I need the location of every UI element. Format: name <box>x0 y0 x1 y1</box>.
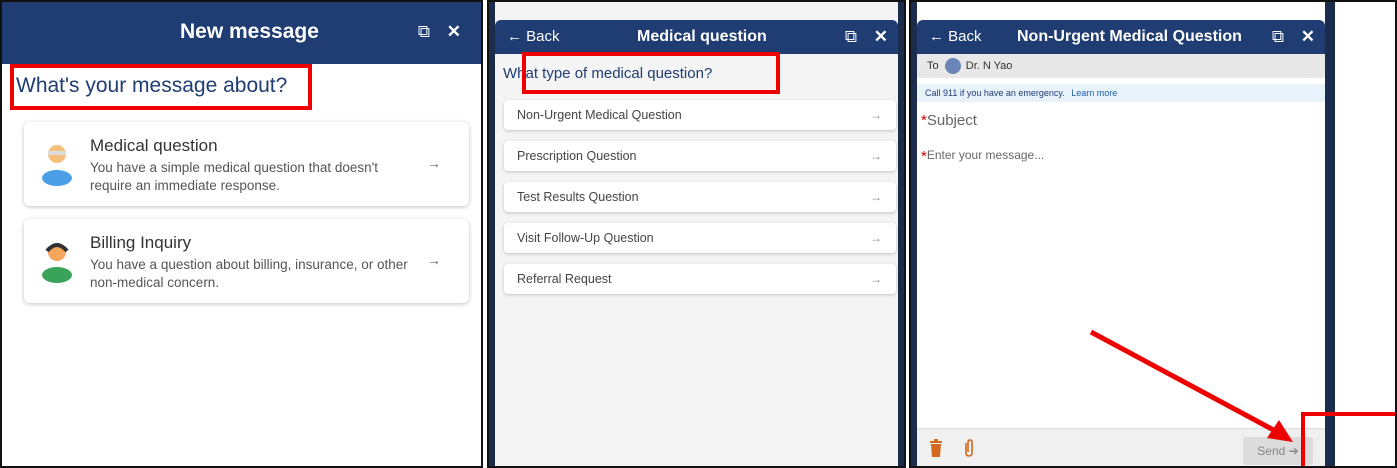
panel-title: Medical question <box>637 28 767 45</box>
to-label: To <box>927 60 939 72</box>
arrow-right-icon: → <box>870 231 882 245</box>
arrow-right-icon: → <box>870 108 882 122</box>
list-item-prescription[interactable]: Prescription Question → <box>504 141 896 171</box>
annotation-box <box>1301 412 1395 466</box>
card-title: Billing Inquiry <box>90 233 192 252</box>
medical-question-panel: ← Back Medical question ⧉ ✕ What type of… <box>487 0 906 468</box>
recipient-avatar-icon <box>944 58 961 75</box>
list-item-visit-follow-up[interactable]: Visit Follow-Up Question → <box>504 223 896 253</box>
billing-inquiry-card[interactable]: Billing Inquiry You have a question abou… <box>24 219 469 303</box>
list-item-label: Non-Urgent Medical Question <box>517 108 682 122</box>
panel-header: ← Back Medical question ⧉ ✕ <box>495 20 898 54</box>
list-item-test-results[interactable]: Test Results Question → <box>504 182 896 212</box>
popout-icon[interactable]: ⧉ <box>418 2 430 62</box>
medical-question-card[interactable]: Medical question You have a simple medic… <box>24 122 469 206</box>
annotation-box <box>10 64 312 110</box>
card-description: You have a simple medical question that … <box>90 160 379 193</box>
subject-field[interactable]: *Subject <box>921 112 977 129</box>
panel-header: New message ⧉ ✕ <box>2 2 481 64</box>
arrow-right-icon: → <box>427 155 441 171</box>
panel-title: Non-Urgent Medical Question <box>1017 28 1242 45</box>
paperclip-icon[interactable] <box>963 438 975 458</box>
list-item-label: Referral Request <box>517 272 612 286</box>
arrow-right-icon: → <box>870 190 882 204</box>
arrow-right-icon: → <box>870 272 882 286</box>
arrow-right-icon: → <box>427 252 441 268</box>
backdrop-strip <box>489 2 495 466</box>
close-icon[interactable]: ✕ <box>1301 20 1315 54</box>
arrow-right-icon: → <box>870 149 882 163</box>
back-button[interactable]: ← Back <box>507 20 560 54</box>
emergency-notice: Call 911 if you have an emergency. Learn… <box>917 84 1325 102</box>
list-item-non-urgent[interactable]: Non-Urgent Medical Question → <box>504 100 896 130</box>
list-item-referral[interactable]: Referral Request → <box>504 264 896 294</box>
billing-agent-avatar-icon <box>42 243 72 283</box>
close-icon[interactable]: ✕ <box>447 2 461 62</box>
card-title: Medical question <box>90 136 218 155</box>
backdrop-strip <box>898 2 904 466</box>
recipient-name: Dr. N Yao <box>965 60 1013 72</box>
notice-text: Call 911 if you have an emergency. <box>925 88 1065 98</box>
doctor-avatar-icon <box>42 145 72 186</box>
trash-icon[interactable] <box>929 439 943 457</box>
recipient-bar: To Dr. N Yao <box>917 54 1325 78</box>
new-message-panel: New message ⧉ ✕ What's your message abou… <box>0 0 483 468</box>
subject-placeholder: Subject <box>926 112 977 129</box>
card-description: You have a question about billing, insur… <box>90 257 408 290</box>
learn-more-link[interactable]: Learn more <box>1071 88 1117 98</box>
screenshot-stage: New message ⧉ ✕ What's your message abou… <box>0 0 1397 468</box>
panel-header: ← Back Non-Urgent Medical Question ⧉ ✕ <box>917 20 1325 54</box>
message-placeholder: Enter your message... <box>926 148 1045 162</box>
panel-title: New message <box>180 20 319 43</box>
header-icons: ⧉ ✕ <box>833 20 888 54</box>
annotation-box <box>522 52 780 94</box>
popout-icon[interactable]: ⧉ <box>845 20 857 54</box>
popout-icon[interactable]: ⧉ <box>1272 20 1284 54</box>
list-item-label: Visit Follow-Up Question <box>517 231 654 245</box>
back-button[interactable]: ← Back <box>929 20 982 54</box>
compose-panel: ← Back Non-Urgent Medical Question ⧉ ✕ T… <box>909 0 1397 468</box>
header-icons: ⧉ ✕ <box>1260 20 1315 54</box>
message-field[interactable]: *Enter your message... <box>921 148 1044 165</box>
close-icon[interactable]: ✕ <box>874 20 888 54</box>
header-icons: ⧉ ✕ <box>406 2 461 62</box>
annotation-arrow <box>1089 329 1293 442</box>
backdrop-strip <box>1325 2 1335 466</box>
list-item-label: Test Results Question <box>517 190 639 204</box>
list-item-label: Prescription Question <box>517 149 637 163</box>
